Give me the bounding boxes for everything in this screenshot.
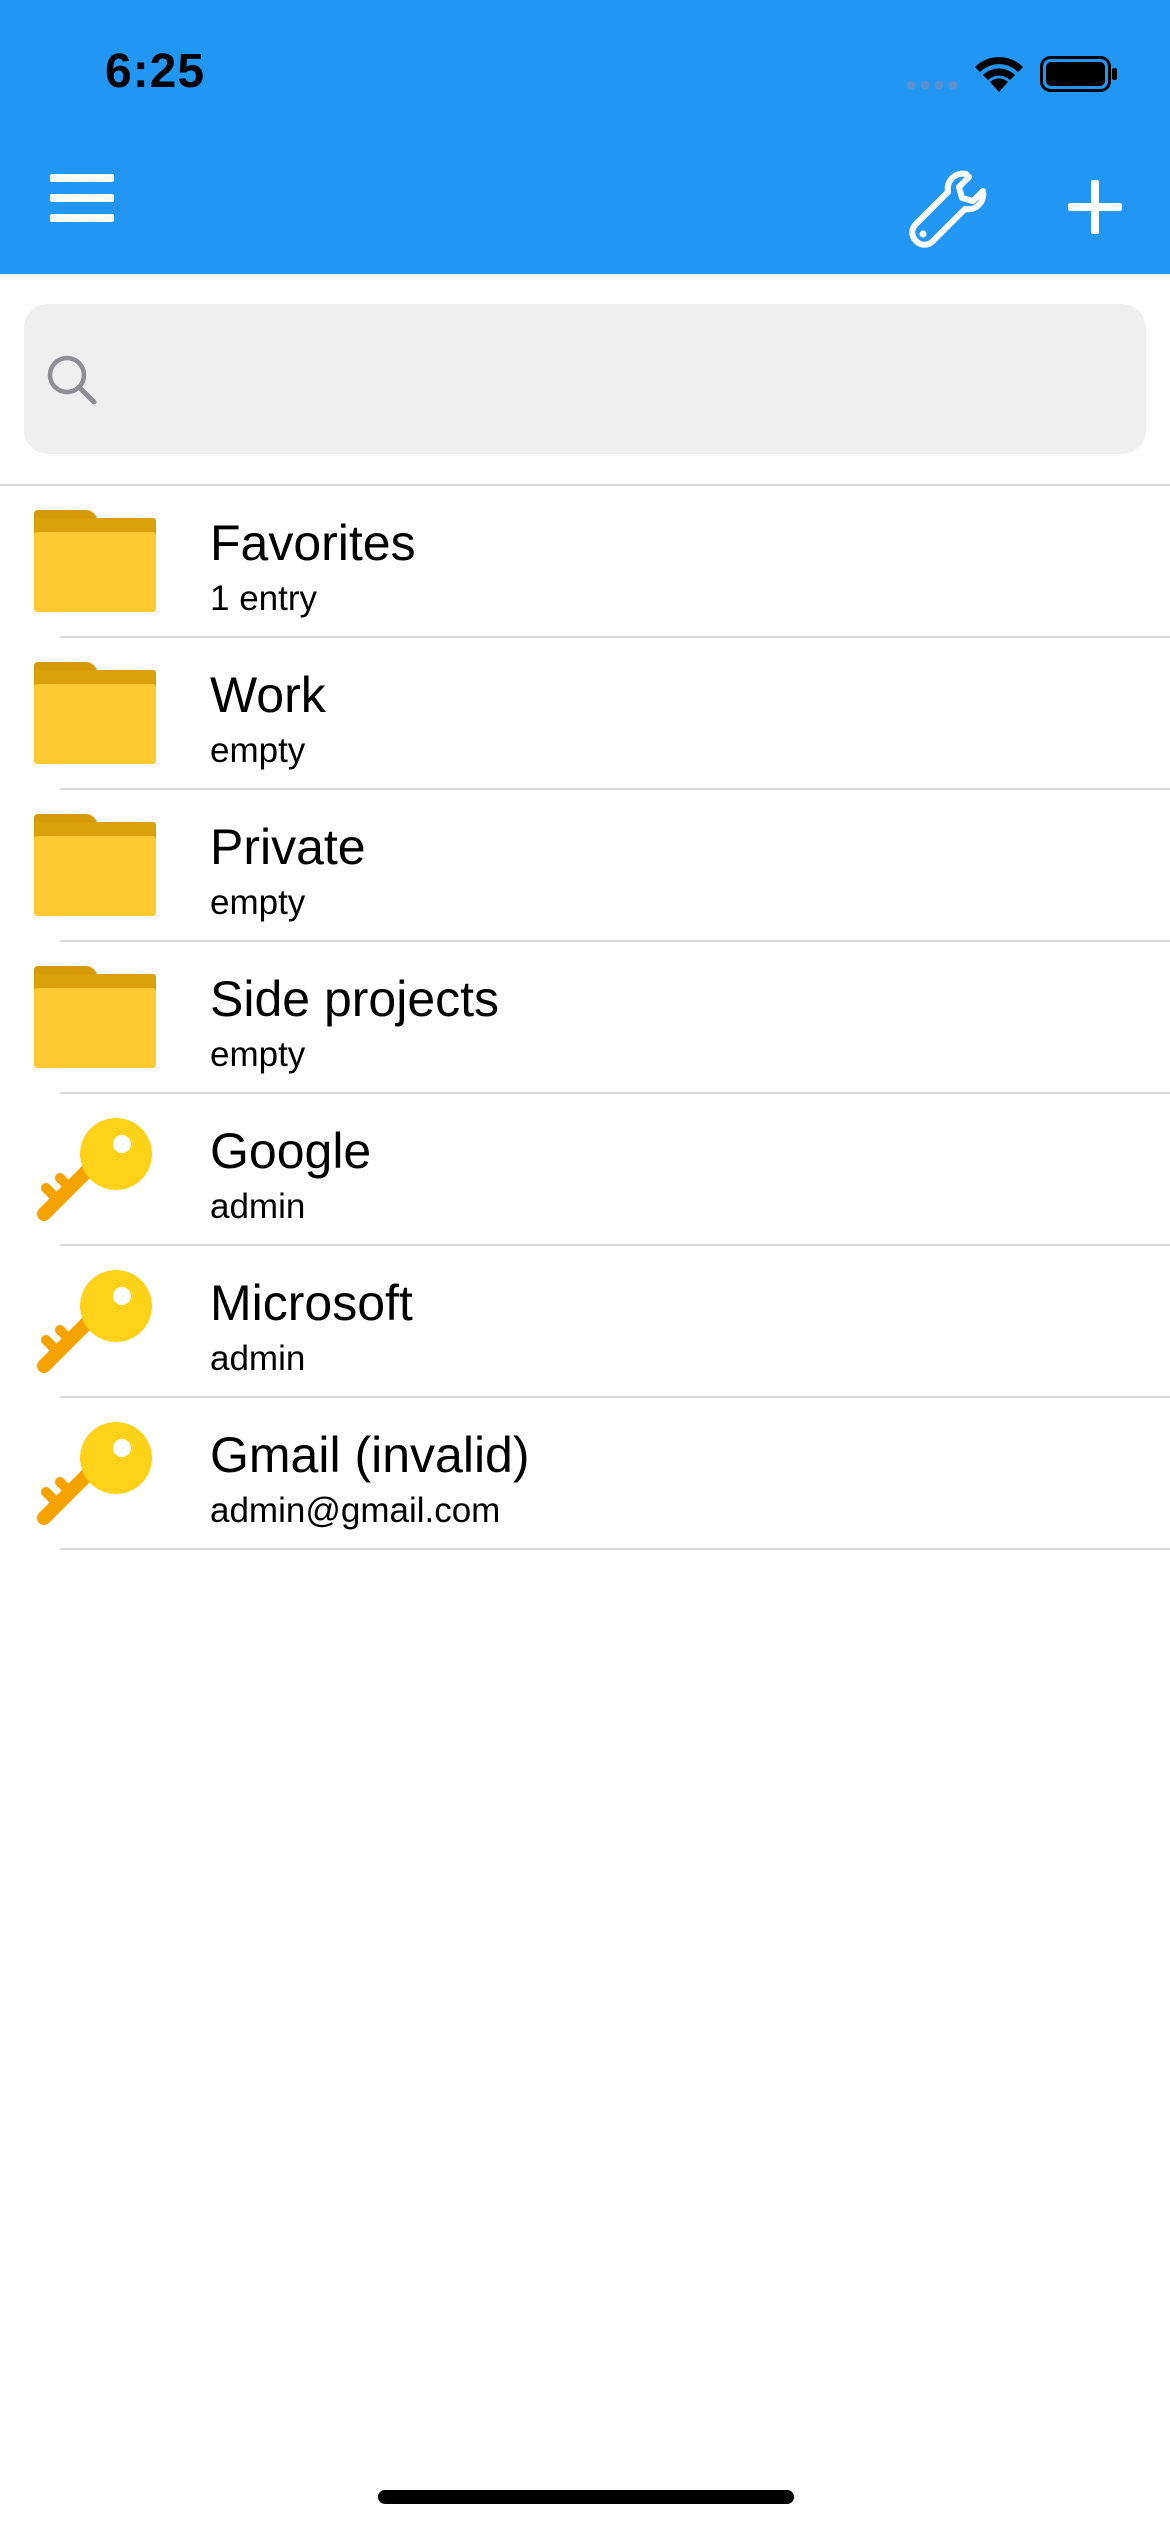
item-title: Favorites — [210, 515, 416, 571]
item-subtitle: admin — [210, 1187, 306, 1226]
list-item-favorites[interactable]: Favorites 1 entry — [0, 486, 1170, 638]
wifi-icon — [975, 57, 1023, 92]
folder-icon — [34, 966, 156, 1068]
item-title: Work — [210, 667, 326, 723]
key-icon — [37, 1422, 152, 1525]
list-item-private[interactable]: Private empty — [0, 790, 1170, 942]
row-divider — [60, 1548, 1170, 1550]
home-indicator[interactable] — [378, 2490, 794, 2504]
item-title: Gmail (invalid) — [210, 1427, 530, 1483]
plus-icon — [1068, 180, 1122, 234]
settings-button[interactable] — [906, 168, 988, 250]
item-subtitle: admin@gmail.com — [210, 1491, 501, 1530]
key-icon — [37, 1270, 152, 1373]
item-title: Private — [210, 819, 366, 875]
add-button[interactable] — [1064, 176, 1126, 238]
search-icon — [47, 355, 97, 405]
key-icon — [37, 1118, 152, 1221]
battery-icon — [1040, 56, 1117, 92]
wrench-icon — [909, 170, 987, 248]
cellular-signal-icon — [906, 80, 958, 90]
entry-list: Favorites 1 entry Work empty Private emp… — [0, 486, 1170, 1550]
item-title: Google — [210, 1123, 372, 1179]
search-bar[interactable] — [24, 304, 1146, 454]
list-item-side-projects[interactable]: Side projects empty — [0, 942, 1170, 1094]
app-screen: 6:25 Favorites 1 entry Work empty Privat… — [0, 0, 1170, 2532]
folder-icon — [34, 510, 156, 612]
folder-icon — [34, 662, 156, 764]
menu-button[interactable] — [46, 168, 120, 228]
list-item-google[interactable]: Google admin — [0, 1094, 1170, 1246]
item-subtitle: empty — [210, 1035, 306, 1074]
item-subtitle: empty — [210, 731, 306, 770]
item-subtitle: empty — [210, 883, 306, 922]
item-subtitle: admin — [210, 1339, 306, 1378]
list-item-gmail[interactable]: Gmail (invalid) admin@gmail.com — [0, 1398, 1170, 1550]
item-subtitle: 1 entry — [210, 579, 317, 618]
folder-icon — [34, 814, 156, 916]
hamburger-menu-icon — [50, 174, 114, 222]
list-item-microsoft[interactable]: Microsoft admin — [0, 1246, 1170, 1398]
search-input[interactable] — [114, 334, 1128, 426]
top-bar: 6:25 — [0, 0, 1170, 274]
status-time: 6:25 — [105, 45, 206, 98]
list-item-work[interactable]: Work empty — [0, 638, 1170, 790]
item-title: Microsoft — [210, 1275, 413, 1331]
item-title: Side projects — [210, 971, 500, 1027]
